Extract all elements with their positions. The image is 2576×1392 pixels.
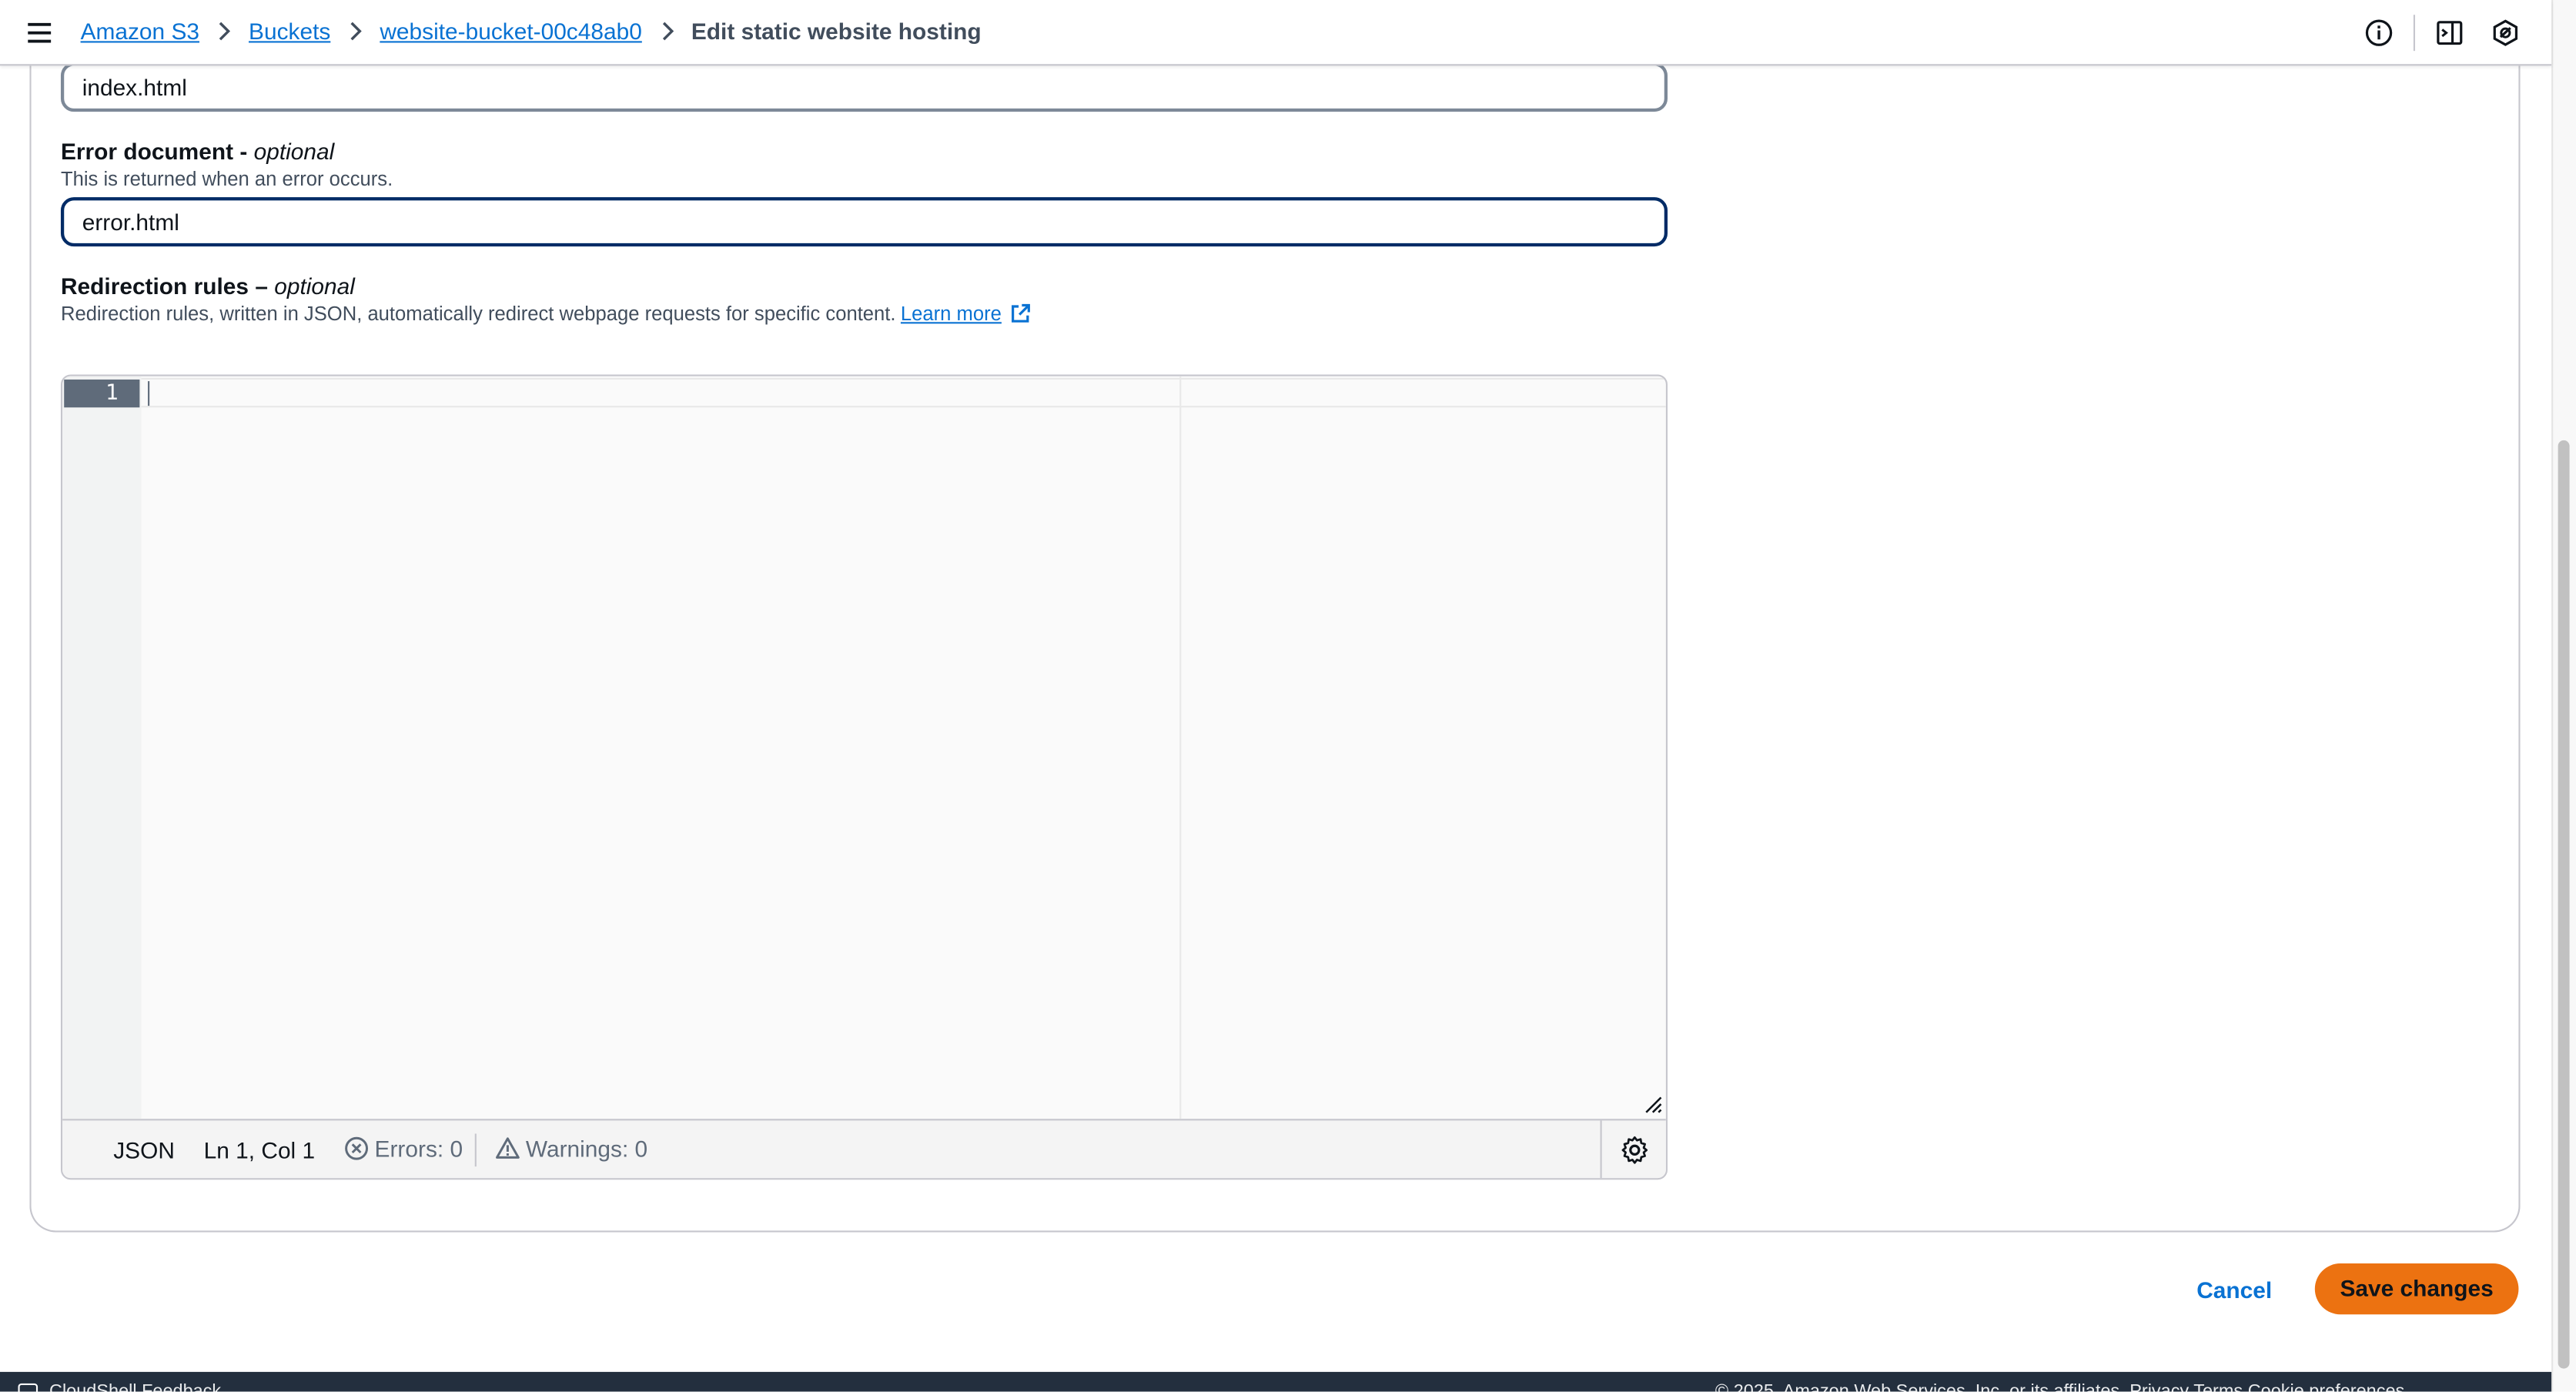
header-divider [2413, 15, 2415, 52]
gear-icon [1621, 1136, 1648, 1164]
console-footer: CloudShell Feedback © 2025, Amazon Web S… [0, 1371, 2552, 1392]
page: Amazon S3 Buckets website-bucket-00c48ab… [0, 0, 2576, 1392]
panel-icon[interactable] [2433, 16, 2466, 49]
save-changes-button[interactable]: Save changes [2314, 1263, 2519, 1315]
chevron-right-icon [211, 18, 237, 44]
editor-text-area[interactable] [141, 376, 1666, 1119]
status-divider [474, 1133, 477, 1167]
redirection-rules-label: Redirection rules – optional [60, 273, 355, 299]
editor-cursor-position: Ln 1, Col 1 [203, 1136, 316, 1163]
learn-more-link[interactable]: Learn more [901, 303, 1002, 326]
breadcrumb: Amazon S3 Buckets website-bucket-00c48ab… [81, 18, 982, 44]
breadcrumb-bucket-name[interactable]: website-bucket-00c48ab0 [380, 18, 641, 44]
index-document-value: index.html [82, 74, 187, 101]
index-document-input[interactable]: index.html [60, 62, 1668, 112]
editor-errors-count[interactable]: Errors: 0 [343, 1136, 463, 1162]
breadcrumb-amazon-s3[interactable]: Amazon S3 [81, 18, 199, 44]
footer-right-links[interactable]: © 2025, Amazon Web Services, Inc. or its… [1715, 1382, 2404, 1392]
redirection-rules-code-editor: 1 JSON Ln 1, Col 1 Errors: 0 Warnings: 0 [60, 374, 1668, 1180]
editor-status-bar: JSON Ln 1, Col 1 Errors: 0 Warnings: 0 [62, 1119, 1666, 1179]
cloudshell-icon[interactable] [18, 1383, 38, 1392]
warning-triangle-icon [496, 1137, 520, 1159]
external-link-icon[interactable] [1008, 303, 1031, 326]
notifications-icon[interactable] [2489, 16, 2522, 49]
footer-left-links[interactable]: CloudShell Feedback [49, 1382, 221, 1392]
breadcrumb-current-page: Edit static website hosting [691, 18, 982, 45]
error-document-input[interactable]: error.html [60, 197, 1668, 247]
cancel-button[interactable]: Cancel [2172, 1265, 2297, 1314]
redirection-rules-description: Redirection rules, written in JSON, auto… [61, 303, 1031, 326]
editor-active-line [141, 377, 1666, 408]
info-icon[interactable] [2363, 16, 2396, 49]
line-number: 1 [64, 379, 140, 408]
editor-language-mode: JSON [113, 1136, 175, 1163]
resize-handle-icon[interactable] [1643, 1094, 1663, 1114]
editor-warnings-count[interactable]: Warnings: 0 [494, 1136, 647, 1162]
chevron-right-icon [342, 18, 368, 44]
menu-icon[interactable] [25, 18, 54, 47]
header-tools [2363, 15, 2522, 52]
top-navigation-bar: Amazon S3 Buckets website-bucket-00c48ab… [0, 0, 2552, 66]
editor-gutter: 1 [62, 376, 142, 1119]
error-circle-icon [345, 1136, 369, 1160]
chevron-right-icon [654, 18, 680, 44]
error-document-label: Error document - optional [60, 138, 335, 165]
editor-print-margin [1179, 376, 1182, 1119]
editor-cursor [148, 381, 150, 407]
page-scrollbar-thumb[interactable] [2558, 440, 2570, 1369]
editor-preferences-button[interactable] [1600, 1120, 1666, 1179]
error-document-value: error.html [82, 209, 179, 236]
breadcrumb-buckets[interactable]: Buckets [249, 18, 330, 44]
error-document-description: This is returned when an error occurs. [60, 167, 393, 191]
